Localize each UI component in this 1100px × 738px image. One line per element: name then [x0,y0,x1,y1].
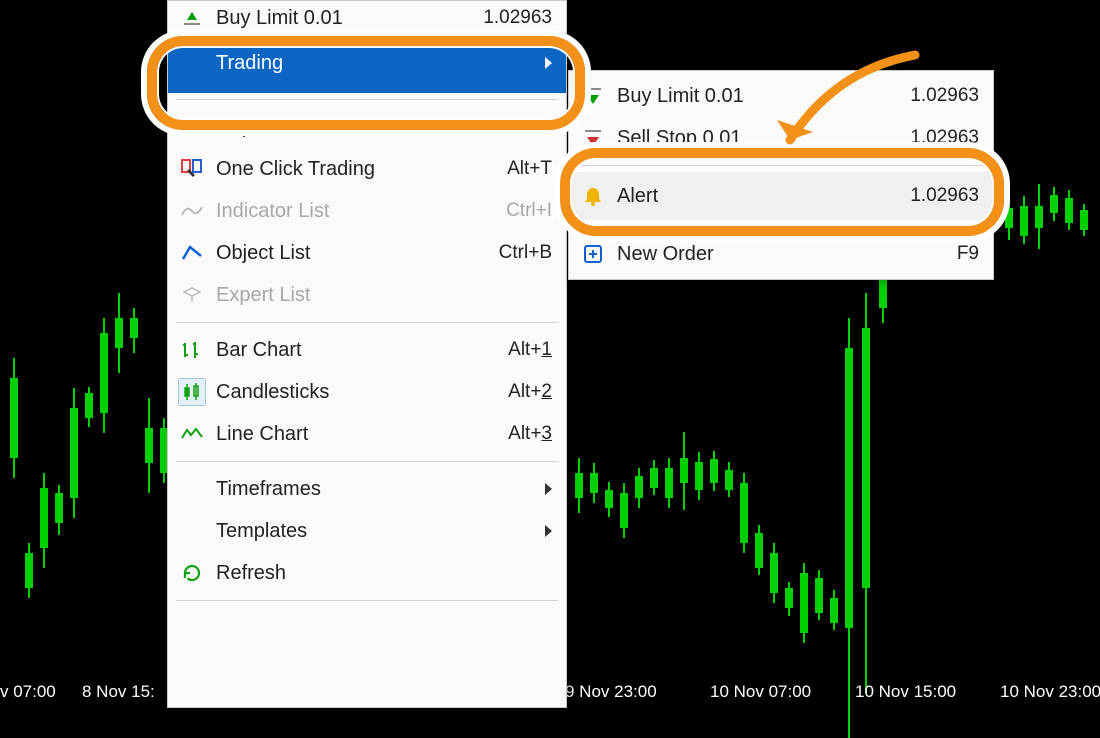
depth-of-market-icon [178,113,206,141]
expert-list-label: Expert List [216,284,552,307]
menu-item-candlesticks[interactable]: Candlesticks Alt+2 [168,371,566,413]
indicator-list-shortcut: Ctrl+I [506,200,552,222]
depth-of-market-shortcut: Alt+B [506,116,552,138]
candlesticks-label: Candlesticks [216,381,478,404]
candlesticks-shortcut: Alt+2 [508,381,552,403]
menu-item-timeframes[interactable]: Timeframes [168,468,566,510]
submenu-item-alert[interactable]: Alert 1.02963 [569,172,993,220]
alert-bell-icon [579,182,607,210]
submenu-item-new-order[interactable]: New Order F9 [569,233,993,275]
depth-of-market-label: Depth Of Market [216,116,476,139]
submenu-item-buy-limit[interactable]: Buy Limit 0.01 1.02963 [569,75,993,117]
bar-chart-icon [178,336,206,364]
one-click-trading-icon [178,155,206,183]
buy-limit-icon [579,82,607,110]
menu-item-expert-list: Expert List [168,274,566,316]
menu-item-object-list[interactable]: Object List Ctrl+B [168,232,566,274]
menu-item-depth-of-market[interactable]: Depth Of Market Alt+B [168,106,566,148]
menu-item-trading[interactable]: Trading [168,33,566,93]
buy-limit-label: Buy Limit 0.01 [617,85,880,108]
refresh-label: Refresh [216,562,552,585]
menu-item-bar-chart[interactable]: Bar Chart Alt+1 [168,329,566,371]
context-menu-trading-submenu[interactable]: Buy Limit 0.01 1.02963 Sell Stop 0.01 1.… [568,70,994,280]
time-tick: 9 Nov 23:00 [565,682,657,702]
alert-value: 1.02963 [910,185,979,207]
menu-item-templates[interactable]: Templates [168,510,566,552]
time-tick: v 07:00 [0,682,56,702]
time-tick: 10 Nov 07:00 [710,682,811,702]
indicator-list-icon [178,197,206,225]
submenu-arrow-icon [545,57,552,69]
menu-separator [176,461,558,462]
object-list-label: Object List [216,242,469,265]
new-order-label: New Order [617,243,927,266]
object-list-shortcut: Ctrl+B [499,242,552,264]
blank-icon [178,49,206,77]
candlesticks-icon [178,378,206,406]
line-chart-shortcut: Alt+3 [508,423,552,445]
sell-stop-label: Sell Stop 0.01 [617,127,880,150]
menu-separator [577,165,985,166]
menu-item-line-chart[interactable]: Line Chart Alt+3 [168,413,566,455]
blank-icon [178,517,206,545]
time-tick: 10 Nov 15:00 [855,682,956,702]
bar-chart-label: Bar Chart [216,339,478,362]
menu-item-one-click-trading[interactable]: One Click Trading Alt+T [168,148,566,190]
templates-label: Templates [216,520,515,543]
menu-item-indicator-list: Indicator List Ctrl+I [168,190,566,232]
one-click-trading-label: One Click Trading [216,158,477,181]
one-click-trading-shortcut: Alt+T [507,158,552,180]
expert-list-icon [178,281,206,309]
buy-limit-cut-value: 1.02963 [483,7,552,29]
buy-limit-cut-label: Buy Limit 0.01 [216,7,453,30]
sell-stop-icon [579,124,607,152]
line-chart-icon [178,420,206,448]
buy-limit-value: 1.02963 [910,85,979,107]
sell-stop-value: 1.02963 [910,127,979,149]
new-order-shortcut: F9 [957,243,979,265]
bar-chart-shortcut: Alt+1 [508,339,552,361]
menu-separator [176,99,558,100]
menu-item-buy-limit-cut[interactable]: Buy Limit 0.01 1.02963 [168,3,566,33]
line-chart-label: Line Chart [216,423,478,446]
blank-icon [178,475,206,503]
trading-label: Trading [216,52,515,75]
time-tick: 10 Nov 23:00 [1000,682,1100,702]
object-list-icon [178,239,206,267]
menu-separator [176,600,558,601]
menu-separator [176,322,558,323]
alert-label: Alert [617,185,880,208]
context-menu-main[interactable]: Buy Limit 0.01 1.02963 Trading Depth Of … [167,0,567,708]
timeframes-label: Timeframes [216,478,515,501]
submenu-item-sell-stop[interactable]: Sell Stop 0.01 1.02963 [569,117,993,159]
refresh-icon [178,559,206,587]
submenu-arrow-icon [545,525,552,537]
menu-separator [577,226,985,227]
buy-limit-icon [178,4,206,32]
indicator-list-label: Indicator List [216,200,476,223]
new-order-icon [579,240,607,268]
time-tick: 8 Nov 15: [82,682,155,702]
menu-item-refresh[interactable]: Refresh [168,552,566,594]
submenu-arrow-icon [545,483,552,495]
